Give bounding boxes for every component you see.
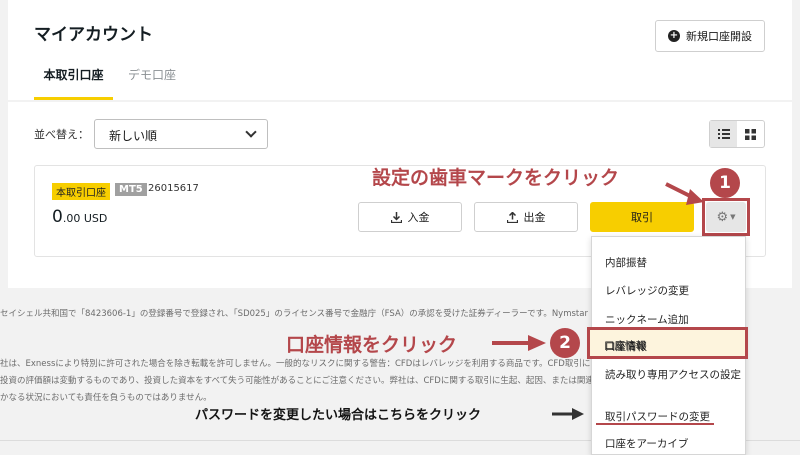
tab-demo-account[interactable]: デモ口座 [128,66,176,100]
new-account-button[interactable]: + 新規口座開設 [655,20,765,52]
disclaimer-line: かなる状況においても責任を負うものではありません。 [0,393,212,403]
upload-icon [506,211,518,223]
arrow-icon [492,335,546,351]
account-type-badge: 本取引口座 [52,183,110,200]
gear-hint-annotation: 設定の歯車マークをクリック [372,167,620,189]
platform-badge: MT5 [115,183,147,196]
account-balance: 0.00 USD [52,207,107,227]
account-number: 26015617 [148,183,199,194]
menu-item-add-nickname[interactable]: ニックネーム追加 [605,312,689,327]
menu-item-internal-transfer[interactable]: 内部振替 [605,255,647,270]
sort-value: 新しい順 [109,129,158,143]
step-1-badge: 1 [710,168,740,198]
sort-select[interactable]: 新しい順 [94,119,268,149]
password-underline [596,423,714,425]
menu-item-read-only-access[interactable]: 読み取り専用アクセスの設定 [605,368,741,383]
menu-item-change-leverage[interactable]: レバレッジの変更 [605,283,689,298]
new-account-label: 新規口座開設 [686,30,752,43]
password-hint-annotation: パスワードを変更したい場合はこちらをクリック [195,408,482,423]
list-icon [717,129,730,139]
arrow-icon [665,182,704,205]
step-2-badge: 2 [550,328,580,358]
withdraw-label: 出金 [523,211,546,224]
gear-highlight-box [702,198,750,236]
balance-decimal: .00 USD [62,212,108,225]
deposit-label: 入金 [407,211,430,224]
balance-integer: 0 [52,207,63,227]
arrow-icon [552,408,584,420]
grid-icon [745,128,756,140]
plus-icon: + [668,30,680,42]
menu-item-archive-account[interactable]: 口座をアーカイブ [605,436,688,451]
sort-label: 並べ替え： [34,128,89,141]
withdraw-button[interactable]: 出金 [474,202,578,232]
chevron-down-icon [245,126,257,138]
page-title: マイアカウント [34,25,153,45]
account-info-hint-annotation: 口座情報をクリック [286,334,458,356]
trade-label: 取引 [631,211,653,224]
disclaimer-line: 投資の評価額は変動するものであり、投資した資本をすべて失う可能性があることにご注… [0,376,611,386]
menu-item-account-info-label[interactable]: 口座情報 [604,338,646,353]
grid-view-button[interactable] [737,121,764,147]
view-toggle [709,120,765,148]
disclaimer-line: セイシェル共和国で「8423606-1」の登録番号で登録され、「SD025」のラ… [0,309,623,319]
disclaimer-line: 社は、Exnessにより特別に許可された場合を除き転載を許可しません。一般的なリ… [0,359,599,369]
list-view-button[interactable] [710,121,737,147]
menu-item-change-trading-password[interactable]: 取引パスワードの変更 [605,409,710,424]
download-icon [390,211,402,223]
tab-real-account[interactable]: 本取引口座 [34,66,113,100]
deposit-button[interactable]: 入金 [358,202,462,232]
